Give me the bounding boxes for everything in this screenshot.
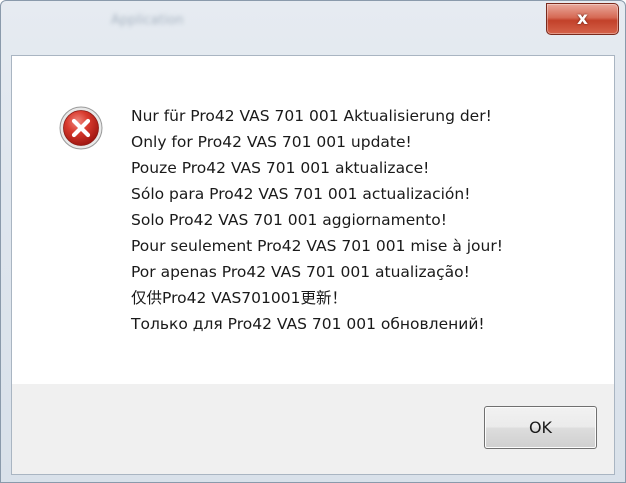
message-area: Nur für Pro42 VAS 701 001 Aktualisierung… <box>12 56 614 384</box>
message-line-zh: 仅供Pro42 VAS701001更新！ <box>131 289 347 307</box>
window-title: Application <box>111 13 184 28</box>
message-line-cs: Pouze Pro42 VAS 701 001 aktualizace! <box>131 159 430 177</box>
message-line-it: Solo Pro42 VAS 701 001 aggiornamento! <box>131 211 447 229</box>
dialog-window: Application x Nur für Pro42 VAS 701 001 … <box>0 0 626 483</box>
message-line-pt: Por apenas Pro42 VAS 701 001 atualização… <box>131 263 470 281</box>
message-line-en: Only for Pro42 VAS 701 001 update! <box>131 133 412 151</box>
dialog-client-area: Nur für Pro42 VAS 701 001 Aktualisierung… <box>11 55 615 475</box>
title-bar[interactable]: Application x <box>1 1 625 55</box>
message-list: Nur für Pro42 VAS 701 001 Aktualisierung… <box>131 103 503 337</box>
message-line-ru: Только для Pro42 VAS 701 001 обновлений! <box>131 315 485 333</box>
message-line-es: Sólo para Pro42 VAS 701 001 actualizació… <box>131 185 471 203</box>
error-icon <box>59 106 103 150</box>
message-line-de: Nur für Pro42 VAS 701 001 Aktualisierung… <box>131 107 492 125</box>
close-button[interactable]: x <box>546 3 619 35</box>
message-line-fr: Pour seulement Pro42 VAS 701 001 mise à … <box>131 237 503 255</box>
ok-button[interactable]: OK <box>484 406 597 449</box>
close-icon: x <box>577 9 588 29</box>
